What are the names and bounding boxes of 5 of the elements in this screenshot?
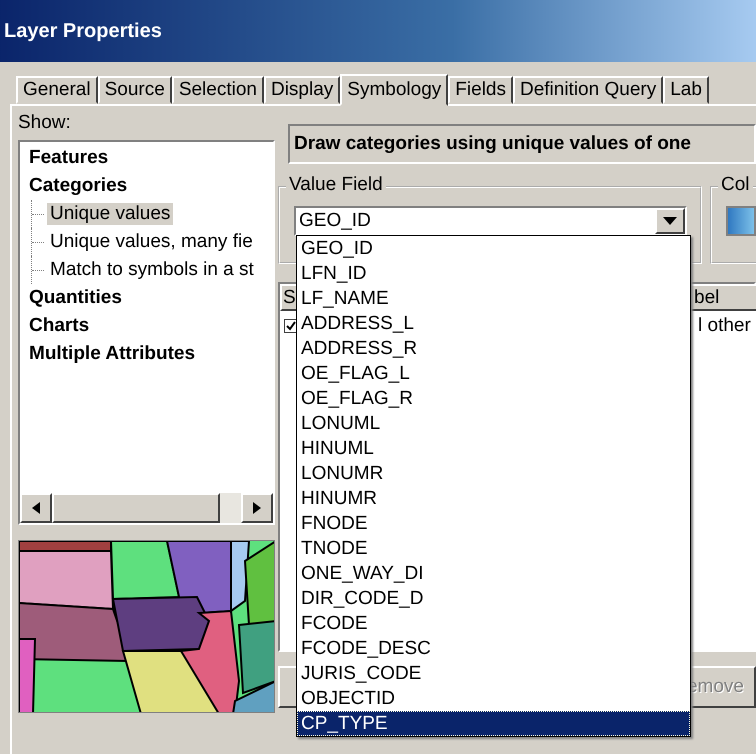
description-text: Draw categories using unique values of one — [294, 133, 691, 155]
window-title: Layer Properties — [4, 20, 162, 42]
dropdown-value: GEO_ID — [299, 210, 371, 232]
show-label: Show: — [18, 112, 72, 135]
table-cell: l other — [698, 315, 751, 337]
